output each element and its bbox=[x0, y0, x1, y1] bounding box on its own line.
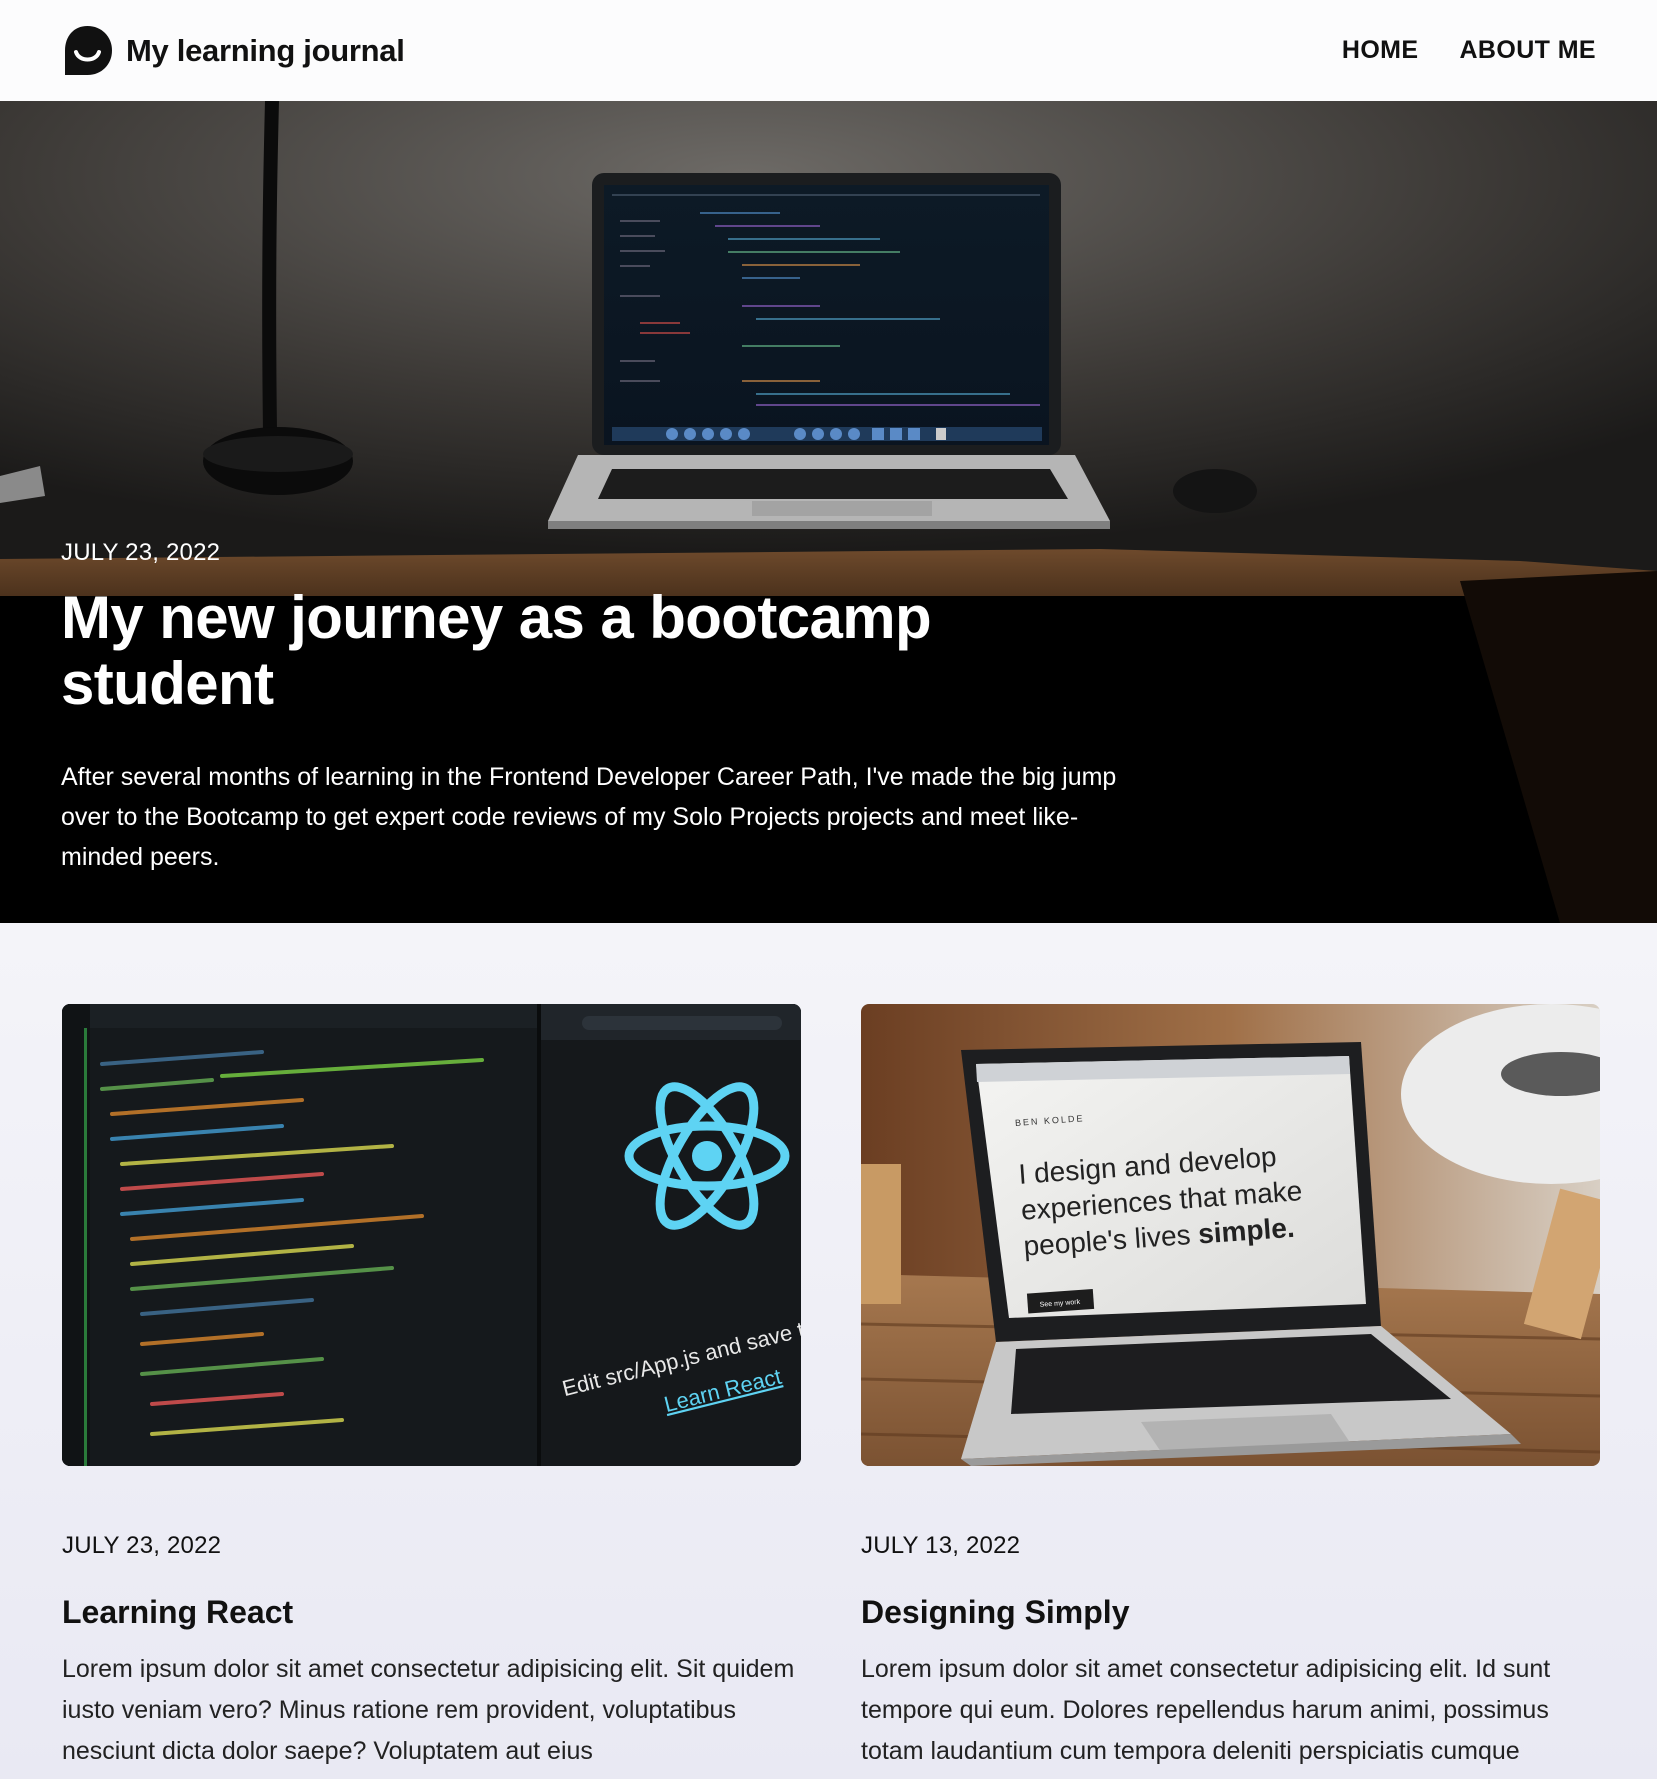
hero-excerpt: After several months of learning in the … bbox=[61, 763, 1117, 871]
post-excerpt: Lorem ipsum dolor sit amet consectetur a… bbox=[62, 1655, 795, 1765]
post-excerpt: Lorem ipsum dolor sit amet consectetur a… bbox=[861, 1655, 1551, 1765]
laptop-on-table-photo: BEN KOLDE I design and develop experienc… bbox=[861, 1004, 1600, 1466]
nav-about-me-link[interactable]: ABOUT ME bbox=[1459, 36, 1596, 65]
nav-home-link[interactable]: HOME bbox=[1342, 36, 1419, 65]
brand-name: My learning journal bbox=[126, 32, 405, 68]
post-thumbnail[interactable]: BEN KOLDE I design and develop experienc… bbox=[861, 1004, 1600, 1466]
post-title[interactable]: Learning React bbox=[62, 1594, 801, 1631]
chat-bubble-smile-icon bbox=[65, 26, 112, 75]
post-date: JULY 13, 2022 bbox=[861, 1532, 1021, 1559]
hero-content: JULY 23, 2022 My new journey as a bootca… bbox=[61, 539, 1141, 877]
brand-link[interactable]: My learning journal bbox=[61, 24, 405, 77]
hero-title[interactable]: My new journey as a bootcamp student bbox=[61, 585, 1141, 717]
hero-date: JULY 23, 2022 bbox=[61, 539, 221, 566]
react-code-screen-photo: Edit src/App.js and save to rel Learn Re… bbox=[62, 1004, 801, 1466]
hero-featured-post[interactable]: JULY 23, 2022 My new journey as a bootca… bbox=[0, 101, 1657, 923]
post-title[interactable]: Designing Simply bbox=[861, 1594, 1600, 1631]
site-header: My learning journal HOME ABOUT ME bbox=[0, 0, 1657, 101]
post-card-learning-react[interactable]: Edit src/App.js and save to rel Learn Re… bbox=[62, 1004, 801, 1772]
post-card-designing-simply[interactable]: BEN KOLDE I design and develop experienc… bbox=[861, 1004, 1600, 1772]
main-nav: HOME ABOUT ME bbox=[1342, 36, 1596, 65]
post-thumbnail[interactable]: Edit src/App.js and save to rel Learn Re… bbox=[62, 1004, 801, 1466]
posts-grid: Edit src/App.js and save to rel Learn Re… bbox=[0, 923, 1657, 1779]
post-date: JULY 23, 2022 bbox=[62, 1532, 222, 1559]
